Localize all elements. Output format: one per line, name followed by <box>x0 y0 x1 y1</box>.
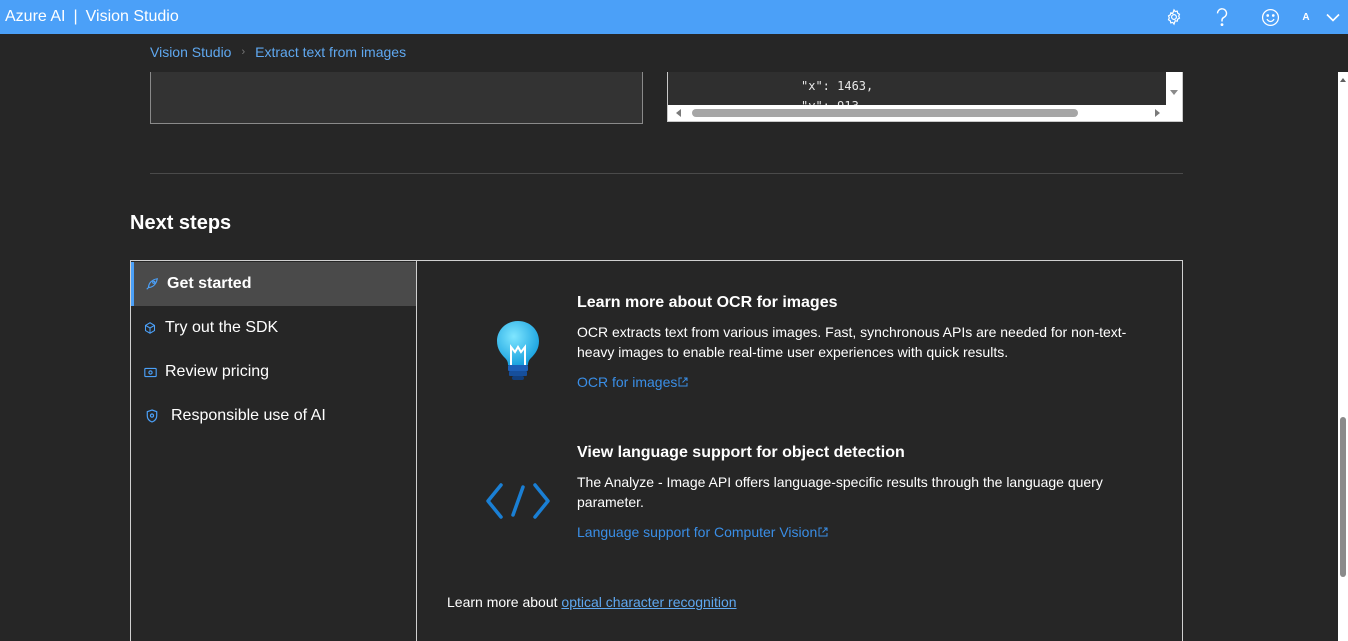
ocr-for-images-link[interactable]: OCR for images <box>577 374 1137 390</box>
language-support-link[interactable]: Language support for Computer Vision <box>577 524 1137 540</box>
nav-item-responsible-ai[interactable]: Responsible use of AI <box>131 394 416 438</box>
chevron-right-icon: › <box>241 46 246 58</box>
card-description: OCR extracts text from various images. F… <box>577 324 1127 360</box>
avatar[interactable]: A <box>1294 12 1318 23</box>
lightbulb-icon <box>497 321 539 380</box>
ocr-learn-more-link[interactable]: optical character recognition <box>561 594 736 610</box>
next-steps-nav: Get started Try out the SDK Review prici… <box>131 261 417 641</box>
image-preview-panel <box>150 72 643 124</box>
nav-item-label: Review pricing <box>165 363 270 380</box>
breadcrumb-vision-studio[interactable]: Vision Studio <box>150 44 231 60</box>
shield-icon <box>145 409 159 423</box>
card-title: View language support for object detecti… <box>577 444 905 461</box>
product-name: Vision Studio <box>85 8 179 25</box>
gear-icon <box>1167 8 1181 26</box>
scrollbar-thumb[interactable] <box>692 109 1078 117</box>
page-scrollbar[interactable] <box>1338 72 1348 641</box>
app-brand[interactable]: Azure AI | Vision Studio <box>0 8 179 26</box>
next-steps-content: Learn more about OCR for images OCR extr… <box>417 261 1183 641</box>
cube-icon <box>143 321 157 335</box>
footer-text: Learn more about <box>447 594 558 610</box>
external-link-icon <box>818 527 828 537</box>
ocr-info-card: Learn more about OCR for images OCR extr… <box>577 294 1137 390</box>
scroll-up-arrow-icon[interactable] <box>1340 78 1346 82</box>
help-icon <box>1216 8 1228 26</box>
language-support-card: View language support for object detecti… <box>577 444 1137 540</box>
account-menu-button[interactable] <box>1318 13 1348 22</box>
breadcrumb: Vision Studio › Extract text from images <box>150 44 406 60</box>
smiley-icon <box>1261 8 1279 26</box>
learn-more-footer: Learn more about optical character recog… <box>447 594 737 610</box>
section-divider <box>150 173 1183 174</box>
link-label: OCR for images <box>577 374 678 390</box>
link-label: Language support for Computer Vision <box>577 524 818 540</box>
help-button[interactable] <box>1198 0 1246 34</box>
json-vertical-scrollbar[interactable] <box>1166 72 1182 106</box>
brand-name: Azure AI <box>5 8 66 25</box>
breadcrumb-extract-text[interactable]: Extract text from images <box>255 44 406 60</box>
pricing-icon <box>143 365 157 379</box>
rocket-icon <box>145 277 159 291</box>
chevron-down-icon <box>1326 13 1340 22</box>
top-bar: Azure AI | Vision Studio A <box>0 0 1348 34</box>
code-icon <box>486 483 550 519</box>
nav-item-review-pricing[interactable]: Review pricing <box>131 350 416 394</box>
nav-item-label: Responsible use of AI <box>171 407 326 424</box>
nav-item-label: Try out the SDK <box>165 319 279 336</box>
next-steps-heading: Next steps <box>130 212 232 234</box>
scroll-down-arrow-icon[interactable] <box>1170 90 1178 95</box>
external-link-icon <box>678 377 688 387</box>
json-horizontal-scrollbar[interactable] <box>668 105 1182 121</box>
scroll-right-arrow-icon[interactable] <box>1155 109 1160 117</box>
scroll-left-arrow-icon[interactable] <box>676 109 681 117</box>
nav-item-try-sdk[interactable]: Try out the SDK <box>131 306 416 350</box>
nav-item-label: Get started <box>167 275 252 292</box>
json-output-panel[interactable]: "x": 1463,"y": 913 <box>667 72 1183 122</box>
settings-button[interactable] <box>1150 0 1198 34</box>
next-steps-panel: Get started Try out the SDK Review prici… <box>130 260 1183 641</box>
card-title: Learn more about OCR for images <box>577 294 838 311</box>
card-description: The Analyze - Image API offers language-… <box>577 474 1103 510</box>
json-line: "x": 1463, <box>801 79 874 93</box>
feedback-button[interactable] <box>1246 0 1294 34</box>
nav-item-get-started[interactable]: Get started <box>131 262 416 306</box>
page-scrollbar-thumb[interactable] <box>1340 417 1346 577</box>
brand-separator: | <box>73 8 78 25</box>
